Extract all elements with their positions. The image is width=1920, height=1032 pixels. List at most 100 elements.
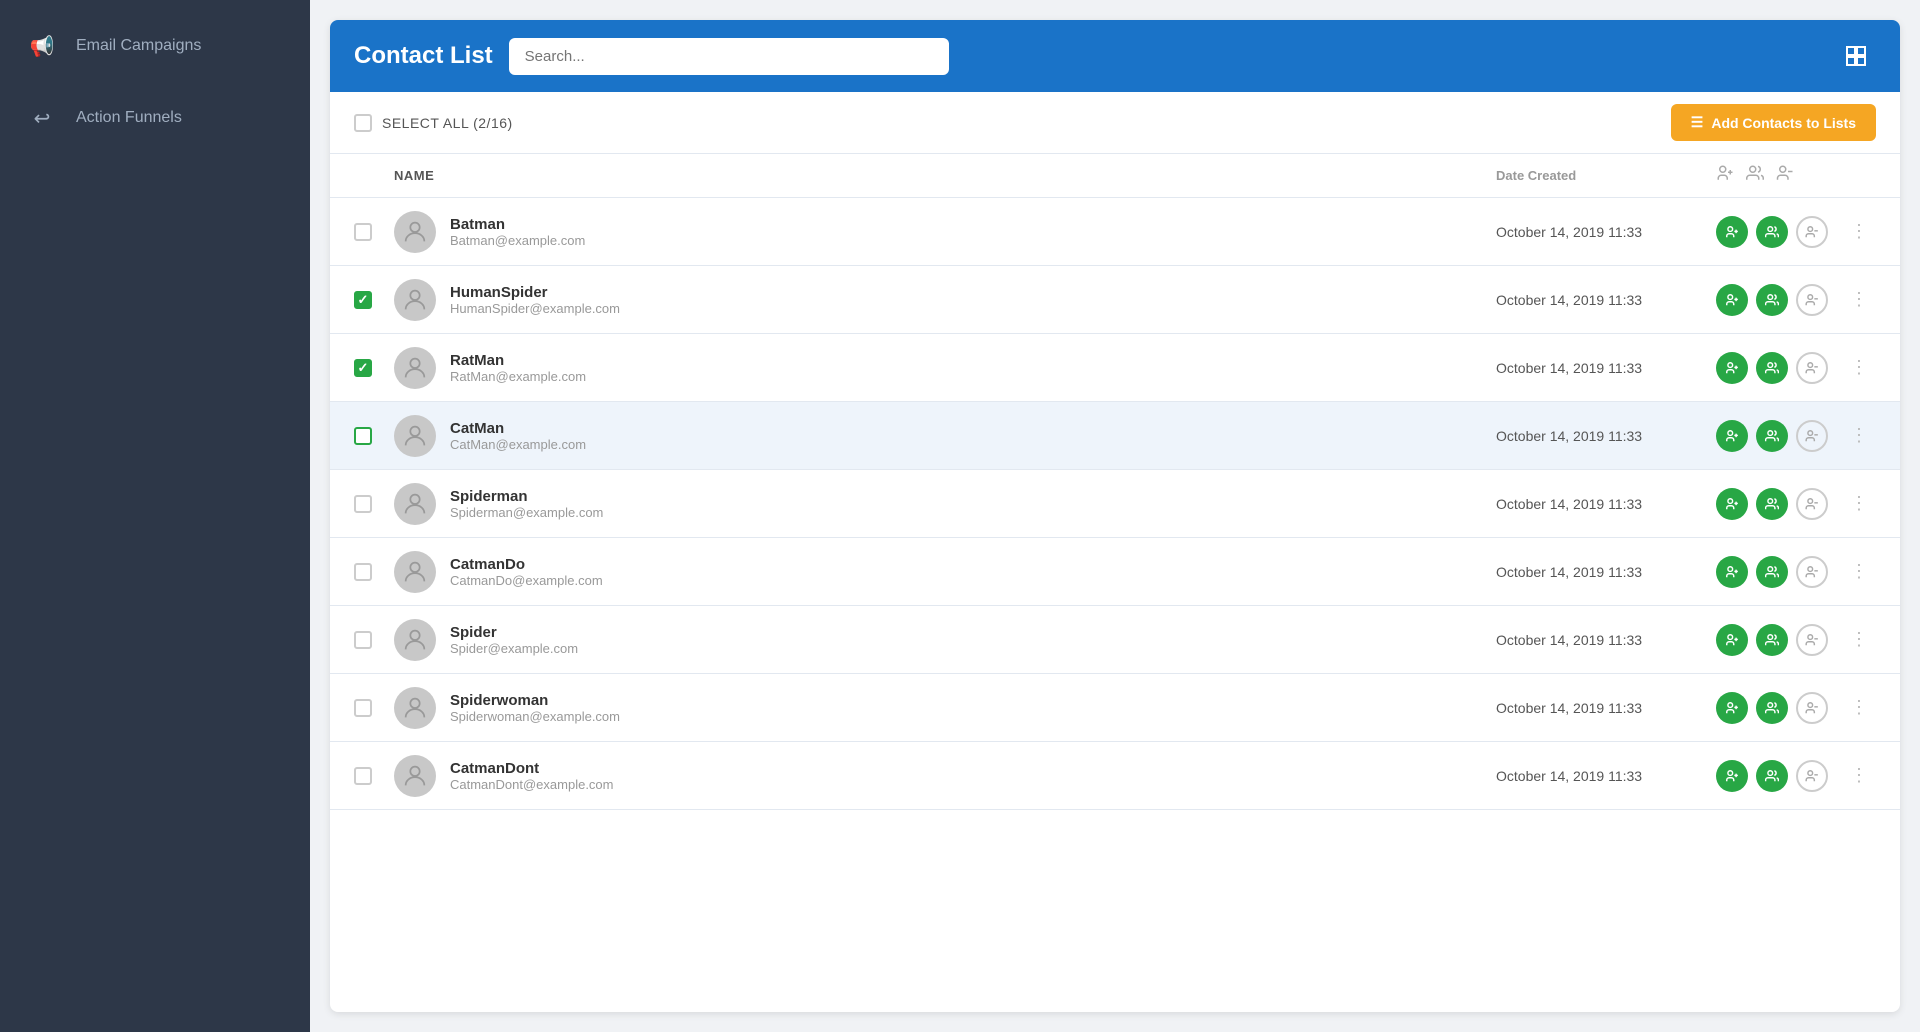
row-checkbox[interactable] [354,359,372,377]
layout-toggle-button[interactable] [1836,36,1876,76]
add-to-group-button[interactable] [1756,692,1788,724]
table-row: CatmanDont CatmanDont@example.com Octobe… [330,742,1900,810]
card-header: Contact List [330,20,1900,92]
remove-button[interactable] [1796,556,1828,588]
add-to-list-button[interactable] [1716,556,1748,588]
add-to-group-button[interactable] [1756,420,1788,452]
remove-button[interactable] [1796,352,1828,384]
row-checkbox[interactable] [354,495,372,513]
row-info: RatMan RatMan@example.com [450,352,1496,384]
sidebar-item-action-funnels[interactable]: ↩ Action Funnels [0,82,310,154]
row-actions: ⋮ [1716,624,1876,656]
row-checkbox[interactable] [354,427,372,445]
contact-email: RatMan@example.com [450,369,1496,384]
table-row: RatMan RatMan@example.com October 14, 20… [330,334,1900,402]
contact-email: HumanSpider@example.com [450,301,1496,316]
avatar [394,687,436,729]
row-menu-button[interactable]: ⋮ [1842,421,1876,450]
row-menu-button[interactable]: ⋮ [1842,625,1876,654]
layout-icon [1844,44,1868,68]
row-checkbox[interactable] [354,699,372,717]
page-title: Contact List [354,42,493,70]
main-content: Contact List SELECT ALL (2/16) ☰ [310,0,1920,1032]
add-to-group-button[interactable] [1756,284,1788,316]
row-menu-button[interactable]: ⋮ [1842,285,1876,314]
remove-button[interactable] [1796,760,1828,792]
add-to-group-button[interactable] [1756,216,1788,248]
row-info: Spider Spider@example.com [450,624,1496,656]
add-to-list-button[interactable] [1716,624,1748,656]
row-info: HumanSpider HumanSpider@example.com [450,284,1496,316]
add-contacts-button[interactable]: ☰ Add Contacts to Lists [1671,104,1876,141]
avatar [394,415,436,457]
contact-name: Spiderman [450,488,1496,505]
row-menu-button[interactable]: ⋮ [1842,761,1876,790]
add-to-group-button[interactable] [1756,760,1788,792]
sidebar-item-email-campaigns[interactable]: 📢 Email Campaigns [0,10,310,82]
add-to-list-button[interactable] [1716,216,1748,248]
contact-name: HumanSpider [450,284,1496,301]
contact-date: October 14, 2019 11:33 [1496,632,1716,648]
row-actions: ⋮ [1716,556,1876,588]
contact-date: October 14, 2019 11:33 [1496,496,1716,512]
row-checkbox-wrap [354,427,394,445]
add-to-list-button[interactable] [1716,420,1748,452]
toolbar: SELECT ALL (2/16) ☰ Add Contacts to List… [330,92,1900,154]
search-wrap [509,38,949,75]
th-add-person-icon [1716,164,1734,187]
row-menu-button[interactable]: ⋮ [1842,217,1876,246]
th-name: NAME [394,168,1496,183]
row-actions: ⋮ [1716,488,1876,520]
contact-date: October 14, 2019 11:33 [1496,428,1716,444]
add-to-group-button[interactable] [1756,624,1788,656]
remove-button[interactable] [1796,284,1828,316]
sidebar-item-label: Email Campaigns [76,37,201,55]
contact-name: Spiderwoman [450,692,1496,709]
remove-button[interactable] [1796,488,1828,520]
contact-email: Spiderman@example.com [450,505,1496,520]
add-to-list-button[interactable] [1716,284,1748,316]
contact-email: Batman@example.com [450,233,1496,248]
remove-button[interactable] [1796,692,1828,724]
avatar [394,211,436,253]
add-to-group-button[interactable] [1756,352,1788,384]
row-menu-button[interactable]: ⋮ [1842,557,1876,586]
add-to-group-button[interactable] [1756,556,1788,588]
row-menu-button[interactable]: ⋮ [1842,353,1876,382]
avatar [394,483,436,525]
row-actions: ⋮ [1716,760,1876,792]
row-info: Spiderman Spiderman@example.com [450,488,1496,520]
row-checkbox[interactable] [354,767,372,785]
contact-name: CatmanDont [450,760,1496,777]
row-checkbox[interactable] [354,223,372,241]
add-to-list-button[interactable] [1716,760,1748,792]
row-actions: ⋮ [1716,216,1876,248]
th-remove-icon [1776,164,1794,187]
remove-button[interactable] [1796,624,1828,656]
add-to-list-button[interactable] [1716,488,1748,520]
row-checkbox-wrap [354,291,394,309]
row-checkbox[interactable] [354,291,372,309]
contact-name: Batman [450,216,1496,233]
remove-button[interactable] [1796,216,1828,248]
add-to-group-button[interactable] [1756,488,1788,520]
contact-name: RatMan [450,352,1496,369]
select-all-label: SELECT ALL (2/16) [382,115,513,131]
row-checkbox[interactable] [354,631,372,649]
row-checkbox[interactable] [354,563,372,581]
remove-button[interactable] [1796,420,1828,452]
avatar [394,755,436,797]
row-actions: ⋮ [1716,692,1876,724]
row-menu-button[interactable]: ⋮ [1842,693,1876,722]
add-to-list-button[interactable] [1716,692,1748,724]
row-menu-button[interactable]: ⋮ [1842,489,1876,518]
avatar [394,279,436,321]
add-to-list-button[interactable] [1716,352,1748,384]
avatar [394,619,436,661]
sidebar: 📢 Email Campaigns ↩ Action Funnels [0,0,310,1032]
row-info: CatmanDo CatmanDo@example.com [450,556,1496,588]
select-all-checkbox[interactable] [354,114,372,132]
table-row: Spiderman Spiderman@example.com October … [330,470,1900,538]
contact-date: October 14, 2019 11:33 [1496,564,1716,580]
search-input[interactable] [509,38,949,75]
